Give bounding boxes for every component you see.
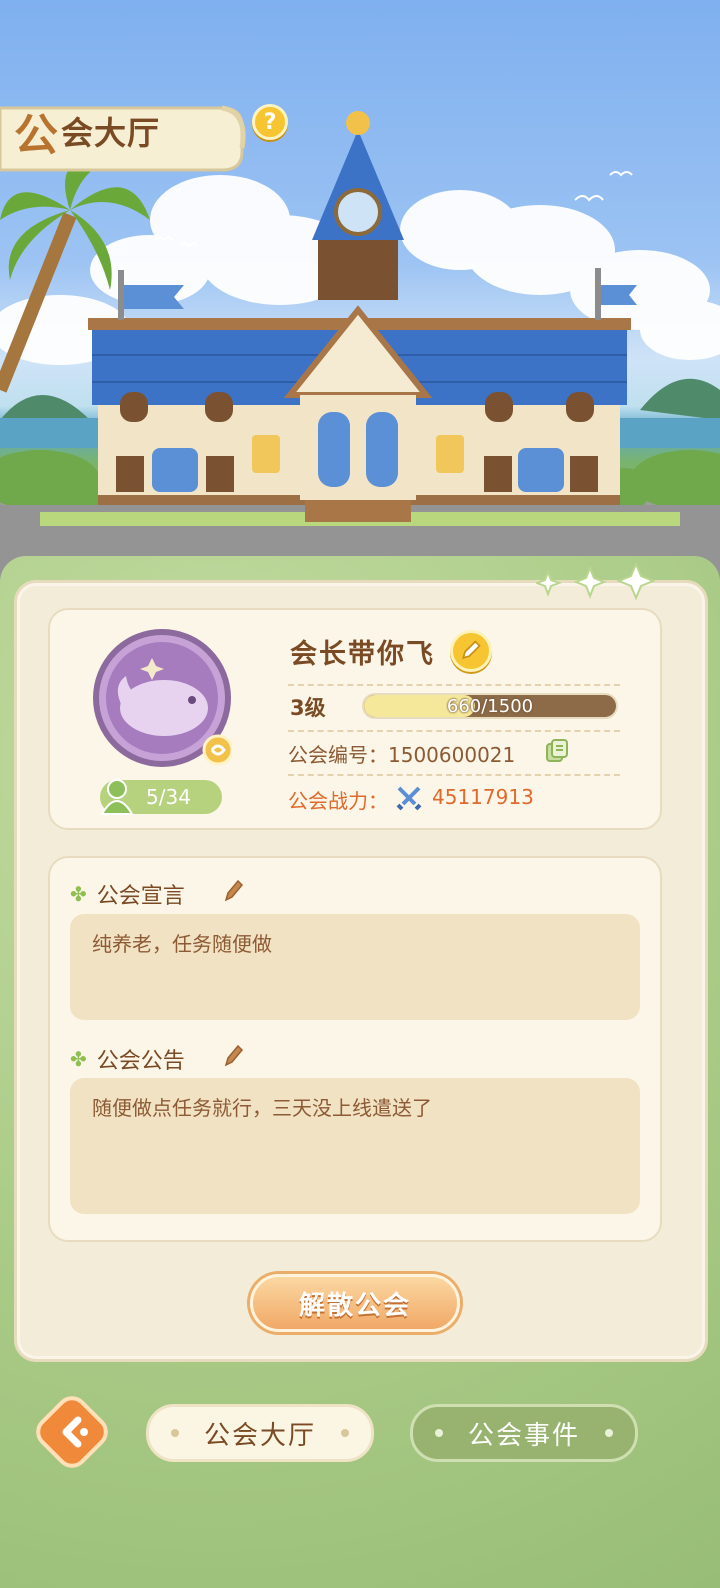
announcement-title-text: 公会公告	[96, 1049, 185, 1074]
announcement-title: ✤ 公会公告	[70, 1043, 185, 1075]
tab-decoration	[605, 1429, 613, 1437]
clover-icon: ✤	[70, 882, 87, 906]
tab-decoration	[435, 1429, 443, 1437]
page-title-first-char: 公	[14, 110, 59, 161]
copy-icon[interactable]	[544, 738, 570, 764]
tab-guild-events[interactable]: 公会事件	[410, 1404, 638, 1462]
sparkle-icon	[536, 562, 656, 601]
back-button[interactable]	[32, 1392, 112, 1472]
exp-text: 660/1500	[446, 696, 534, 717]
tab-decoration	[341, 1429, 349, 1437]
guild-power-label: 公会战力：	[288, 789, 388, 813]
declaration-text[interactable]: 纯养老，任务随便做	[70, 914, 640, 1020]
guild-hall-illustration	[0, 105, 720, 580]
tab-guild-hall-label: 公会大厅	[203, 1420, 316, 1451]
guild-name: 会长带你飞	[290, 639, 435, 670]
guild-id: 公会编号：1500600021	[288, 743, 516, 767]
question-icon: ?	[263, 109, 277, 135]
tab-guild-hall[interactable]: 公会大厅	[146, 1404, 374, 1462]
pencil-icon	[224, 879, 244, 902]
page-title: 公 会大厅	[14, 100, 160, 162]
pencil-icon	[462, 640, 481, 660]
clover-icon: ✤	[70, 1047, 87, 1071]
guild-level: 3级	[290, 696, 326, 720]
declaration-title-text: 公会宣言	[96, 884, 185, 909]
tab-decoration	[171, 1429, 179, 1437]
divider	[288, 730, 620, 732]
divider	[288, 774, 620, 776]
pencil-icon	[224, 1044, 244, 1067]
dissolve-guild-button[interactable]: 解散公会	[250, 1274, 460, 1332]
crossed-swords-icon	[396, 786, 422, 811]
guild-power-value: 45117913	[432, 785, 534, 809]
divider	[288, 684, 620, 686]
back-arrow-icon	[36, 1396, 108, 1468]
declaration-title: ✤ 公会宣言	[70, 878, 185, 910]
edit-declaration-button[interactable]	[222, 878, 244, 904]
help-button[interactable]: ?	[252, 104, 288, 140]
edit-announcement-button[interactable]	[222, 1043, 244, 1069]
guild-avatar[interactable]	[92, 628, 232, 768]
members-icon	[100, 779, 134, 815]
page-title-rest: 会大厅	[61, 114, 161, 152]
tab-guild-events-label: 公会事件	[467, 1420, 580, 1451]
member-count: 5/34	[146, 785, 191, 809]
announcement-text[interactable]: 随便做点任务就行，三天没上线遣送了	[70, 1078, 640, 1214]
guild-hall-scene	[0, 0, 720, 580]
edit-name-button[interactable]	[450, 630, 492, 672]
